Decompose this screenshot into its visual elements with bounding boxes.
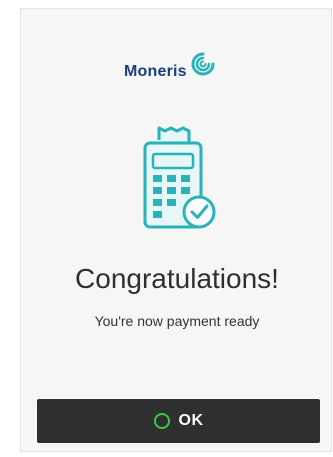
- ok-circle-icon: [153, 413, 170, 429]
- moneris-logo: Moneris: [124, 52, 216, 82]
- ok-button[interactable]: OK: [37, 399, 320, 443]
- payment-terminal-check-icon: [137, 126, 219, 241]
- page-title: Congratulations!: [75, 263, 279, 294]
- ok-button-label: OK: [178, 412, 204, 429]
- brand-name: Moneris: [124, 62, 187, 80]
- subtitle-text: You're now payment ready: [94, 313, 260, 329]
- dialog-screen: Moneris Congratulations! You're now paym…: [20, 8, 332, 452]
- moneris-swirl-icon: [190, 51, 216, 82]
